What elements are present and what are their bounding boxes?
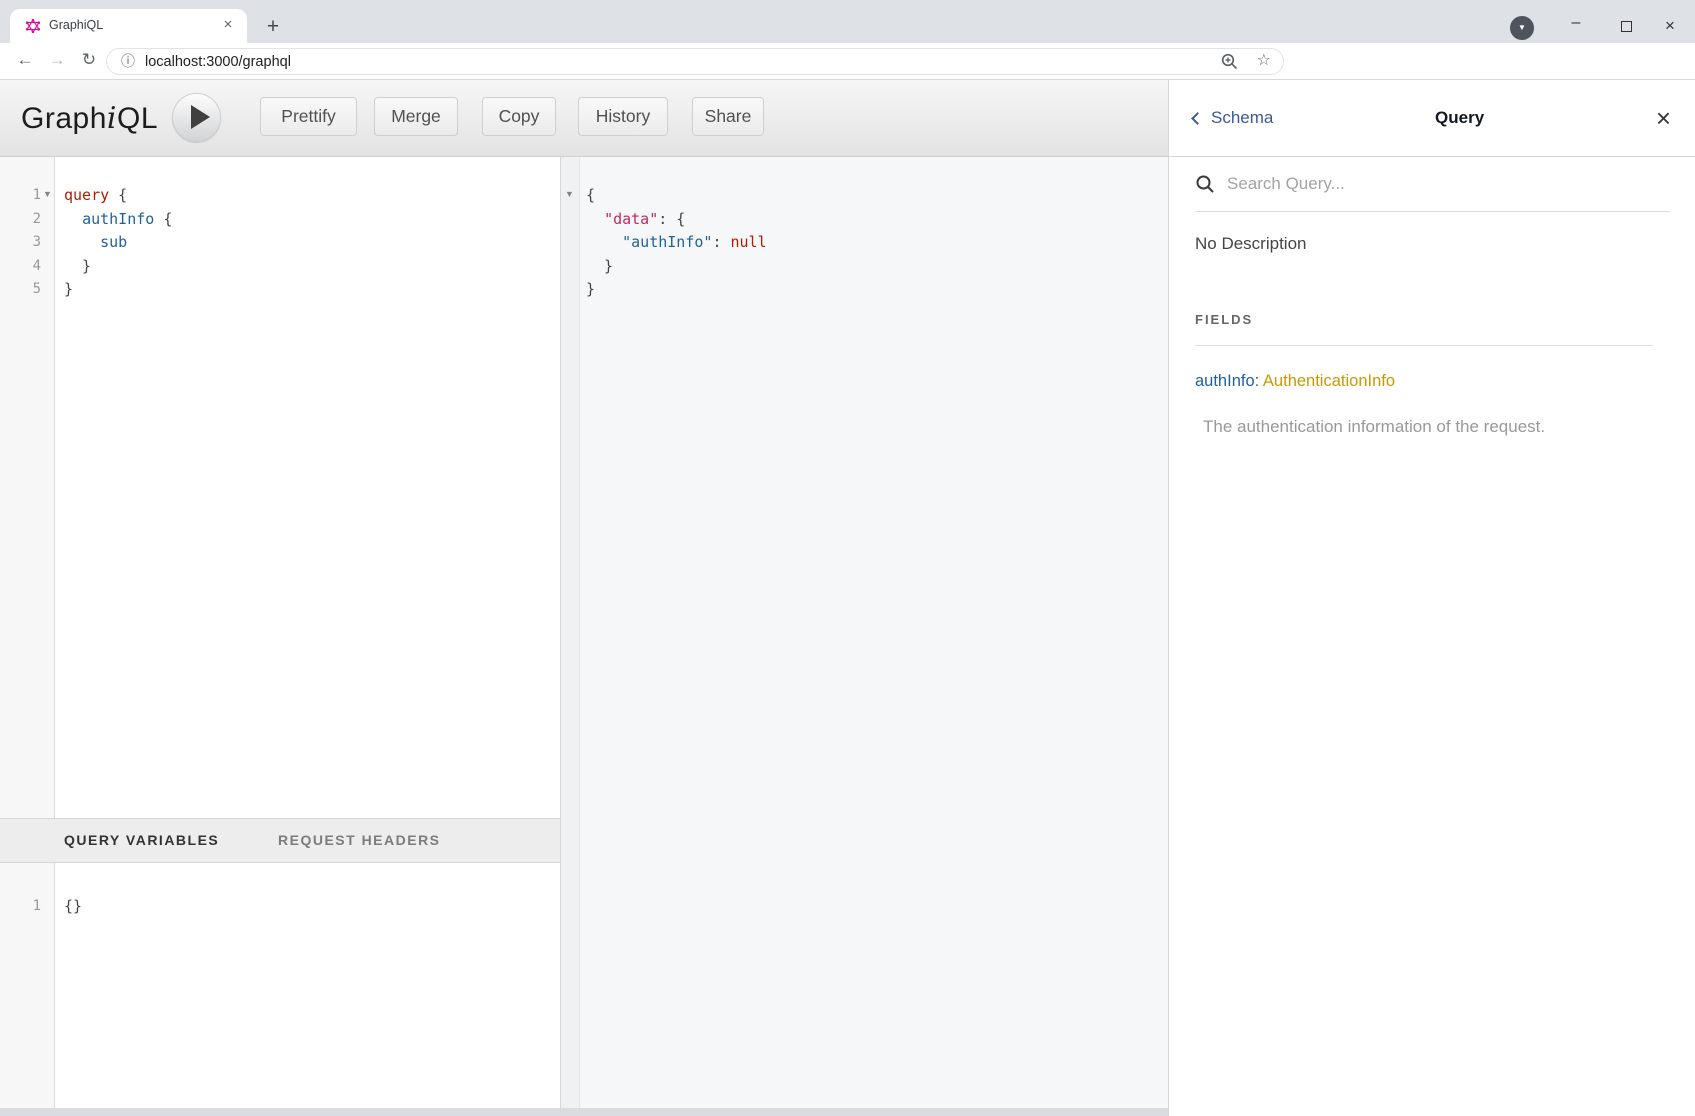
doc-close-icon[interactable]: ×: [1646, 108, 1671, 128]
query-fold-arrow-icon[interactable]: ▼: [43, 190, 52, 199]
editor-workspace: 12345 ▼ query { authInfo { sub }} QUERY …: [0, 157, 1168, 1116]
execute-query-button[interactable]: [172, 93, 221, 142]
field-row: authInfo: AuthenticationInfo: [1195, 372, 1670, 391]
field-name-link[interactable]: authInfo: [1195, 372, 1255, 390]
prettify-button[interactable]: Prettify: [260, 97, 357, 136]
merge-button[interactable]: Merge: [374, 97, 458, 136]
forward-button[interactable]: →: [42, 43, 72, 79]
code-line: {: [586, 184, 767, 208]
variables-line-numbers: 1: [0, 895, 41, 919]
variables-editor[interactable]: {}: [64, 895, 82, 919]
variables-title-bar: QUERY VARIABLES REQUEST HEADERS: [0, 818, 560, 863]
line-number: 1: [0, 184, 41, 208]
graphiql-topbar: GraphiQL Prettify Merge Copy History Sha…: [0, 80, 1168, 157]
code-line: }: [64, 255, 172, 279]
doc-explorer-panel: Schema Query × No Description FIELDS aut…: [1168, 80, 1695, 1116]
code-line: }: [586, 255, 767, 279]
tab-strip: GraphiQL × + ▼ – ×: [0, 0, 1695, 43]
type-description: No Description: [1195, 234, 1670, 254]
url-input[interactable]: [145, 49, 1145, 74]
doc-explorer-header: Schema Query ×: [1169, 80, 1695, 157]
code-line: authInfo {: [64, 208, 172, 232]
doc-explorer-title: Query: [1273, 108, 1645, 128]
code-line: }: [64, 278, 172, 302]
response-pane: ▼ { "data": { "authInfo": null }}: [560, 157, 1168, 1116]
browser-window: GraphiQL × + ▼ – × ← → ↻ ⓘ ☆ P: [0, 0, 1695, 1116]
response-viewer: { "data": { "authInfo": null }}: [586, 184, 767, 302]
bookmark-star-icon[interactable]: ☆: [1257, 50, 1271, 70]
browser-toolbar: ← → ↻ ⓘ ☆ P + ◉ Tp: [0, 43, 1695, 80]
doc-search-box[interactable]: [1195, 157, 1670, 212]
address-bar[interactable]: ⓘ ☆: [106, 48, 1284, 75]
line-number: 3: [0, 231, 41, 255]
field-type-link[interactable]: AuthenticationInfo: [1263, 372, 1395, 390]
graphql-favicon-icon: [26, 19, 40, 33]
tab-title: GraphiQL: [49, 18, 103, 32]
copy-button[interactable]: Copy: [482, 97, 556, 136]
tab-request-headers[interactable]: REQUEST HEADERS: [278, 832, 441, 848]
new-tab-button[interactable]: +: [260, 14, 286, 40]
code-line: sub: [64, 231, 172, 255]
doc-search-input[interactable]: [1227, 174, 1670, 194]
chevron-left-icon: [1191, 112, 1204, 125]
field-description: The authentication information of the re…: [1203, 417, 1633, 437]
code-line: query {: [64, 184, 172, 208]
line-number: 5: [0, 278, 41, 302]
reload-button[interactable]: ↻: [74, 43, 104, 79]
history-button[interactable]: History: [578, 97, 668, 136]
fields-heading: FIELDS: [1195, 312, 1670, 327]
browser-tab[interactable]: GraphiQL ×: [10, 9, 247, 43]
search-icon: [1195, 174, 1215, 194]
query-line-numbers: 12345: [0, 184, 41, 302]
code-line: {}: [64, 895, 82, 919]
code-line: "data": {: [586, 208, 767, 232]
response-fold-arrow-icon[interactable]: ▼: [565, 190, 574, 199]
tab-close-icon[interactable]: ×: [219, 16, 237, 34]
query-editor[interactable]: query { authInfo { sub }}: [64, 184, 172, 302]
doc-back-link[interactable]: Schema: [1193, 108, 1273, 128]
doc-explorer-content: No Description FIELDS authInfo: Authenti…: [1195, 212, 1670, 437]
line-number: 4: [0, 255, 41, 279]
share-button[interactable]: Share: [692, 97, 764, 136]
zoom-icon[interactable]: [1220, 52, 1239, 71]
code-line: "authInfo": null: [586, 231, 767, 255]
window-maximize-button[interactable]: [1611, 12, 1641, 40]
window-bottom-edge: [0, 1108, 1168, 1116]
tab-query-variables[interactable]: QUERY VARIABLES: [64, 832, 219, 848]
code-line: }: [586, 278, 767, 302]
line-number: 2: [0, 208, 41, 232]
response-fold-gutter: [560, 157, 580, 1116]
graphiql-logo: GraphiQL: [21, 101, 158, 136]
window-close-button[interactable]: ×: [1655, 12, 1685, 40]
site-info-icon[interactable]: ⓘ: [121, 49, 135, 74]
back-button[interactable]: ←: [10, 43, 40, 79]
window-minimize-button[interactable]: –: [1561, 12, 1591, 40]
fields-divider: [1195, 345, 1653, 346]
tab-search-icon[interactable]: ▼: [1510, 16, 1534, 40]
play-icon: [191, 105, 210, 129]
line-number: 1: [0, 895, 41, 919]
